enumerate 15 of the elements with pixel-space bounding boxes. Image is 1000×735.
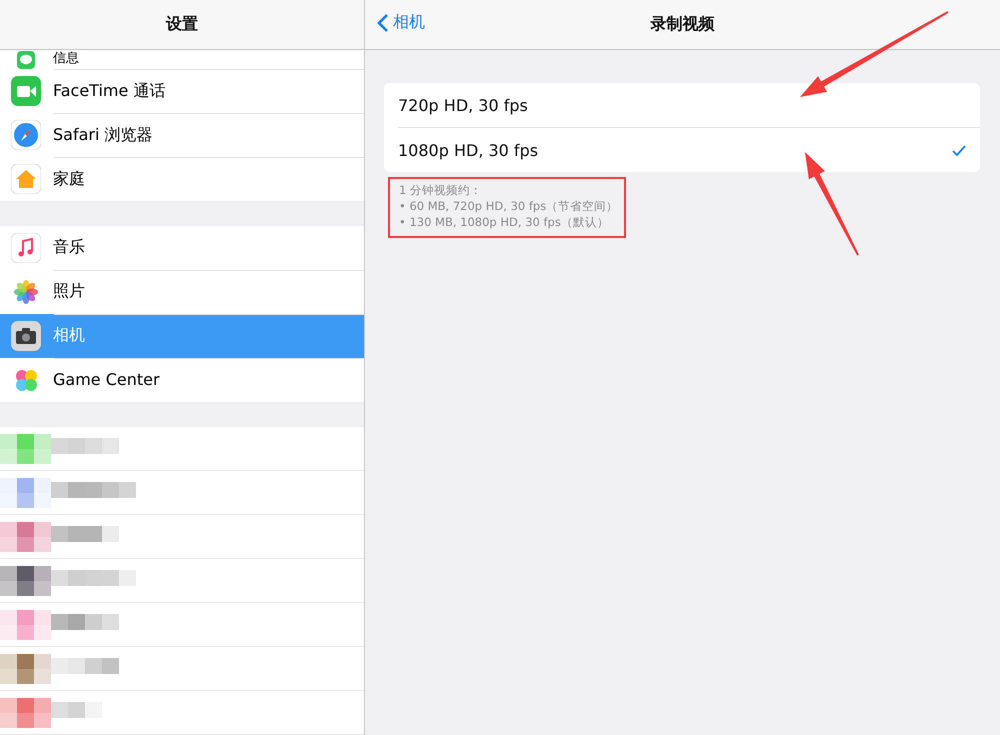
house-icon xyxy=(11,164,41,194)
video-camera-icon xyxy=(11,76,41,106)
camera-icon xyxy=(11,320,41,351)
sidebar-title: 设置 xyxy=(166,14,198,35)
option-label: 1080p HD, 30 fps xyxy=(398,140,538,160)
footer-note: 1 分钟视频约： xyxy=(399,182,483,198)
back-button[interactable]: 相机 xyxy=(377,12,425,33)
option-label: 720p HD, 30 fps xyxy=(398,96,528,114)
footer-note: • 60 MB, 720p HD, 30 fps（节省空间） xyxy=(399,198,618,214)
music-note-icon xyxy=(11,232,41,263)
footer-note: • 130 MB, 1080p HD, 30 fps（默认） xyxy=(399,214,610,230)
option-row[interactable]: 720p HD, 30 fps xyxy=(384,83,980,127)
page-title: 录制视频 xyxy=(650,14,714,35)
compass-icon xyxy=(11,120,41,150)
back-chevron-icon xyxy=(377,12,389,32)
